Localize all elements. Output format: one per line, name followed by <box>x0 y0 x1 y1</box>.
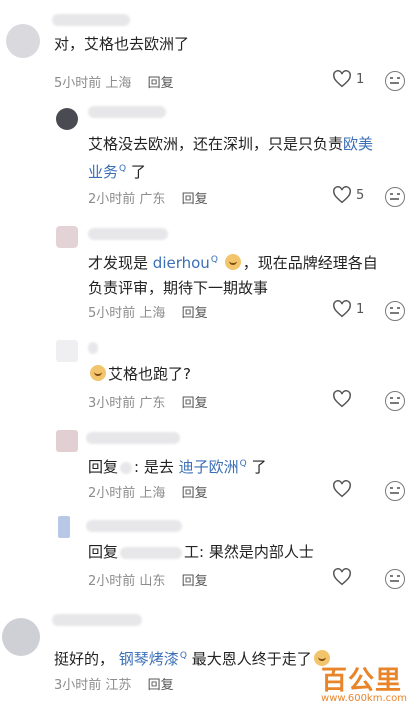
comment-text: 回复 : 是去 迪子欧洲Q 了 <box>88 452 267 480</box>
avatar[interactable] <box>2 618 40 656</box>
avatar[interactable] <box>56 226 78 248</box>
search-icon: Q <box>119 164 127 174</box>
text-part: 艾格没去欧洲，还在深圳，只是只负责 <box>88 135 344 153</box>
heart-icon <box>333 480 351 498</box>
like-button[interactable]: 1 <box>332 300 364 318</box>
comment-location: 上海 <box>105 76 132 91</box>
emoji-icon <box>90 365 106 381</box>
comment-time: 3小时前 <box>54 678 102 693</box>
avatar[interactable] <box>56 430 78 452</box>
emoji-react-icon[interactable] <box>385 301 405 321</box>
comment-meta: 5小时前 上海 回复 <box>54 72 174 91</box>
avatar[interactable] <box>6 24 40 58</box>
text-part: 了 <box>251 458 267 476</box>
text-part: 才发现是 <box>88 254 149 272</box>
reply-button[interactable]: 回复 <box>182 192 208 207</box>
emoji-react-icon[interactable] <box>385 71 405 91</box>
like-button[interactable] <box>332 390 352 408</box>
reply-button[interactable]: 回复 <box>182 396 208 411</box>
comment-meta: 3小时前 广东 回复 <box>88 392 208 411</box>
avatar[interactable] <box>56 108 78 130</box>
comment-location: 上海 <box>139 486 166 501</box>
like-count: 1 <box>356 301 365 317</box>
comment-time: 3小时前 <box>88 396 136 411</box>
comment-text: 艾格没去欧洲，还在深圳，只是只负责欧美业务Q 了 <box>88 132 388 185</box>
text-part: 最大恩人终于走了 <box>191 650 312 668</box>
username-blurred[interactable] <box>52 614 142 626</box>
comment-time: 5小时前 <box>88 306 136 321</box>
reply-button[interactable]: 回复 <box>182 306 208 321</box>
username-blurred[interactable] <box>88 106 166 118</box>
comment-meta: 2小时前 山东 回复 <box>88 570 208 589</box>
comment-time: 2小时前 <box>88 574 136 589</box>
comment-meta: 2小时前 上海 回复 <box>88 482 208 501</box>
avatar[interactable] <box>58 516 70 538</box>
watermark-url: www.600km.com <box>321 693 407 704</box>
username-blurred[interactable] <box>88 342 98 354</box>
topic-link[interactable]: 钢琴烤漆Q <box>119 650 187 668</box>
emoji-react-icon[interactable] <box>385 569 405 589</box>
emoji-react-icon[interactable] <box>385 481 405 501</box>
comment-text: 回复 工: 果然是内部人士 <box>88 540 314 565</box>
emoji-react-icon[interactable] <box>385 391 405 411</box>
comment-location: 山东 <box>139 574 166 589</box>
reply-button[interactable]: 回复 <box>148 678 174 693</box>
comment-text: 对，艾格也去欧洲了 <box>54 35 190 53</box>
user-mention-link[interactable]: dierhouQ <box>153 254 218 272</box>
reply-button[interactable]: 回复 <box>182 486 208 501</box>
comment-time: 5小时前 <box>54 76 102 91</box>
topic-link[interactable]: 迪子欧洲Q <box>179 458 247 476</box>
comment-meta: 2小时前 广东 回复 <box>88 188 208 207</box>
heart-icon <box>333 186 351 204</box>
username-blurred[interactable] <box>86 520 182 532</box>
like-button[interactable]: 1 <box>332 70 364 88</box>
text-part: 回复 <box>88 458 119 476</box>
heart-icon <box>333 390 351 408</box>
comment-location: 广东 <box>139 192 166 207</box>
like-button[interactable] <box>332 480 352 498</box>
comment-location: 广东 <box>139 396 166 411</box>
text-part: 艾格也跑了? <box>108 365 191 383</box>
like-count: 1 <box>356 71 365 87</box>
text-part: 回复 <box>88 543 119 561</box>
comment-text: 才发现是 dierhouQ ，现在品牌经理各自负责评审，期待下一期故事 <box>88 248 388 301</box>
text-part: : 是去 <box>134 458 174 476</box>
comment-meta: 3小时前 江苏 回复 <box>54 674 174 693</box>
text-part: 了 <box>130 163 146 181</box>
watermark: 百公里 www.600km.com <box>321 660 407 704</box>
comment-location: 江苏 <box>105 678 132 693</box>
search-icon: Q <box>210 255 218 265</box>
comment-text: 艾格也跑了? <box>88 362 191 387</box>
reply-target-blurred[interactable] <box>120 546 183 559</box>
emoji-icon <box>224 254 241 270</box>
like-button[interactable]: 5 <box>332 186 364 204</box>
reply-target-blurred[interactable] <box>120 461 133 474</box>
username-blurred[interactable] <box>86 432 180 444</box>
comment-location: 上海 <box>139 306 166 321</box>
like-count: 5 <box>356 187 365 203</box>
comment-time: 2小时前 <box>88 486 136 501</box>
reply-button[interactable]: 回复 <box>182 574 208 589</box>
like-button[interactable] <box>332 568 352 586</box>
avatar[interactable] <box>56 340 78 362</box>
search-icon: Q <box>179 651 187 661</box>
heart-icon <box>333 568 351 586</box>
text-part: 工: 果然是内部人士 <box>184 543 314 561</box>
emoji-react-icon[interactable] <box>385 187 405 207</box>
username-blurred[interactable] <box>52 14 130 26</box>
text-part: 挺好的， <box>54 650 115 668</box>
watermark-logo: 百公里 <box>321 666 403 696</box>
search-icon: Q <box>239 459 247 469</box>
reply-button[interactable]: 回复 <box>148 76 174 91</box>
heart-icon <box>333 300 351 318</box>
comment-meta: 5小时前 上海 回复 <box>88 302 208 321</box>
comment-time: 2小时前 <box>88 192 136 207</box>
username-blurred[interactable] <box>88 228 168 240</box>
heart-icon <box>333 70 351 88</box>
